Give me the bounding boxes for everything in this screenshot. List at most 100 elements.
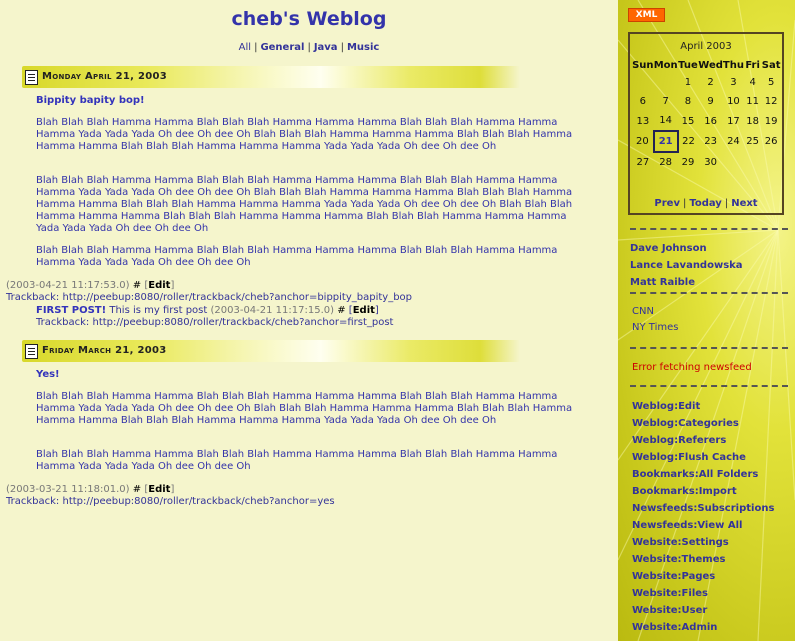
- weekday-label: Wed: [698, 59, 723, 71]
- main-content: cheb's Weblog All | General | Java | Music Mon…: [0, 0, 618, 641]
- calendar-day: 26: [764, 136, 778, 147]
- blogroll-link[interactable]: Lance Lavandowska: [630, 260, 743, 271]
- day-date: Friday March 21, 2003: [42, 345, 167, 356]
- calendar-week: 1 2 3 4 5: [632, 73, 781, 92]
- admin-link[interactable]: Weblog:Referers: [632, 435, 726, 446]
- calendar: April 2003 Sun Mon Tue Wed Thu Fri Sat 1…: [628, 32, 784, 215]
- calendar-day: 27: [636, 156, 650, 168]
- entry-paragraph: Blah Blah Blah Hamma Hamma Blah Blah Bla…: [36, 245, 558, 268]
- divider: [630, 347, 788, 349]
- comment-permalink[interactable]: #: [337, 305, 345, 316]
- category-all[interactable]: All: [239, 42, 251, 53]
- admin-link[interactable]: Weblog:Flush Cache: [632, 452, 746, 463]
- calendar-month: April 2003: [680, 41, 732, 52]
- day-header: Friday March 21, 2003: [22, 340, 520, 362]
- category-general[interactable]: General: [260, 42, 304, 53]
- calendar-day: 8: [684, 96, 692, 107]
- admin-link[interactable]: Newsfeeds:View All: [632, 520, 742, 531]
- weekday-label: Sun: [632, 59, 654, 71]
- admin-link[interactable]: Bookmarks:Import: [632, 486, 737, 497]
- weekday-label: Thu: [722, 59, 744, 71]
- admin-link[interactable]: Bookmarks:All Folders: [632, 469, 758, 480]
- blogroll-link[interactable]: Dave Johnson: [630, 243, 707, 254]
- calendar-day: 5: [767, 77, 775, 88]
- entry-title[interactable]: Bippity bapity bop!: [36, 95, 145, 106]
- calendar-grid: Sun Mon Tue Wed Thu Fri Sat 1 2 3 4 5 6 …: [632, 57, 782, 172]
- divider: [630, 292, 788, 294]
- separator: |: [340, 42, 344, 53]
- calendar-day: 1: [684, 77, 692, 88]
- admin-link[interactable]: Website:Pages: [632, 571, 715, 582]
- calendar-day: 19: [764, 115, 778, 127]
- calendar-week: 20 21 22 23 24 25 26: [632, 130, 781, 153]
- admin-link[interactable]: Website:Themes: [632, 554, 725, 565]
- calendar-day: 22: [682, 136, 695, 147]
- entry-paragraph: Blah Blah Blah Hamma Hamma Blah Blah Bla…: [36, 117, 573, 152]
- calendar-week: 6 7 8 9 10 11 12: [632, 92, 781, 111]
- calendar-day: 10: [727, 96, 740, 107]
- category-java[interactable]: Java: [314, 42, 338, 53]
- calendar-today-link[interactable]: Today: [689, 198, 721, 209]
- calendar-day: 25: [746, 136, 759, 147]
- calendar-day: 30: [704, 156, 717, 168]
- calendar-day: [761, 152, 781, 172]
- calendar-day: 12: [764, 96, 778, 107]
- edit-link[interactable]: Edit: [148, 484, 170, 495]
- separator: |: [682, 198, 687, 209]
- entry-meta: (2003-03-21 11:18:01.0) # [Edit]: [6, 484, 175, 495]
- admin-link[interactable]: Weblog:Categories: [632, 418, 739, 429]
- xml-feed-badge[interactable]: XML: [628, 8, 665, 22]
- weekday-label: Mon: [653, 59, 678, 71]
- comment-edit-link[interactable]: Edit: [353, 305, 375, 316]
- category-nav: All | General | Java | Music: [0, 42, 618, 53]
- calendar-day: 15: [681, 115, 695, 127]
- calendar-day: 28: [659, 157, 673, 168]
- news-link[interactable]: NY Times: [632, 322, 678, 333]
- admin-link[interactable]: Newsfeeds:Subscriptions: [632, 503, 774, 514]
- admin-link[interactable]: Weblog:Edit: [632, 401, 700, 412]
- admin-link[interactable]: Website:Admin: [632, 622, 717, 633]
- entry-paragraph: Blah Blah Blah Hamma Hamma Blah Blah Bla…: [36, 449, 558, 472]
- sidebar: XML April 2003 Sun Mon Tue Wed Thu Fri S…: [618, 0, 795, 641]
- permalink[interactable]: #: [133, 484, 141, 495]
- comment-title[interactable]: FIRST POST!: [36, 305, 106, 316]
- page-icon: [25, 70, 38, 85]
- blogroll-link[interactable]: Matt Raible: [630, 277, 695, 288]
- newsfeed-error: Error fetching newsfeed: [632, 362, 752, 373]
- calendar-day: 11: [746, 96, 759, 107]
- calendar-day: [632, 73, 654, 92]
- entry-timestamp: (2003-04-21 11:17:53.0): [6, 280, 130, 291]
- calendar-day: 9: [707, 96, 714, 107]
- category-music[interactable]: Music: [347, 42, 379, 53]
- calendar-next-link[interactable]: Next: [731, 198, 757, 209]
- admin-link[interactable]: Website:User: [632, 605, 707, 616]
- separator: |: [307, 42, 311, 53]
- calendar-day: 4: [749, 77, 756, 88]
- calendar-day-selected[interactable]: 21: [652, 130, 679, 153]
- blog-title[interactable]: cheb's Weblog: [0, 8, 618, 30]
- permalink[interactable]: #: [133, 280, 141, 291]
- news-link[interactable]: CNN: [632, 306, 654, 317]
- trackback-url: Trackback: http://peebup:8080/roller/tra…: [6, 496, 335, 507]
- comment-entry: FIRST POST! This is my first post (2003-…: [36, 305, 379, 316]
- calendar-day: 13: [636, 115, 650, 127]
- calendar-day: 17: [727, 115, 740, 127]
- admin-link[interactable]: Website:Settings: [632, 537, 729, 548]
- calendar-week: 27 28 29 30: [632, 152, 781, 172]
- divider: [630, 228, 788, 230]
- edit-link[interactable]: Edit: [148, 280, 170, 291]
- calendar-week: 13 14 15 16 17 18 19: [632, 111, 781, 131]
- calendar-day: 18: [746, 115, 759, 127]
- admin-link[interactable]: Website:Files: [632, 588, 708, 599]
- calendar-day: [654, 73, 678, 92]
- calendar-day: [744, 152, 761, 172]
- weekday-label: Sat: [761, 59, 781, 71]
- entry-title[interactable]: Yes!: [36, 369, 60, 380]
- calendar-prev-link[interactable]: Prev: [654, 198, 680, 209]
- calendar-day: 29: [681, 156, 695, 168]
- weekday-label: Tue: [678, 59, 698, 71]
- comment-trackback-url: Trackback: http://peebup:8080/roller/tra…: [36, 317, 394, 328]
- entry-paragraph: Blah Blah Blah Hamma Hamma Blah Blah Bla…: [36, 391, 573, 426]
- calendar-day: 2: [707, 77, 714, 88]
- comment-timestamp: (2003-04-21 11:17:15.0): [210, 305, 335, 316]
